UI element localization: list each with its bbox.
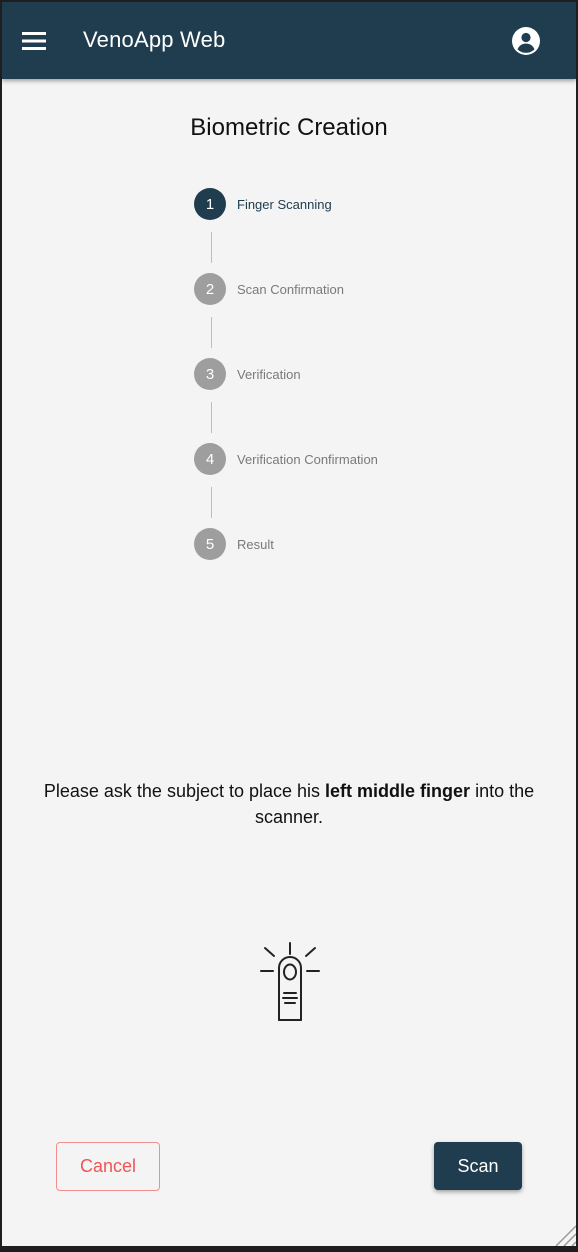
step-finger-scanning: 1 Finger Scanning bbox=[194, 188, 494, 220]
step-number: 2 bbox=[194, 273, 226, 305]
step-number: 1 bbox=[194, 188, 226, 220]
step-connector bbox=[211, 487, 212, 518]
instruction-text: Please ask the subject to place his bbox=[43, 781, 326, 801]
app-window: VenoApp Web Biometric Creation 1 Finger … bbox=[2, 2, 576, 1246]
step-verification-confirmation: 4 Verification Confirmation bbox=[194, 443, 494, 475]
step-verification: 3 Verification bbox=[194, 358, 494, 390]
account-circle-icon bbox=[512, 27, 540, 55]
hamburger-menu-icon bbox=[22, 32, 46, 50]
scan-button[interactable]: Scan bbox=[434, 1142, 522, 1190]
step-connector bbox=[211, 317, 212, 348]
finger-scan-icon bbox=[260, 942, 320, 1021]
step-result: 5 Result bbox=[194, 528, 494, 560]
vertical-stepper: 1 Finger Scanning 2 Scan Confirmation 3 … bbox=[194, 188, 494, 560]
step-number: 5 bbox=[194, 528, 226, 560]
top-app-bar: VenoApp Web bbox=[2, 2, 576, 79]
step-connector bbox=[211, 402, 212, 433]
step-number: 4 bbox=[194, 443, 226, 475]
page-title: Biometric Creation bbox=[190, 114, 388, 141]
step-connector bbox=[211, 232, 212, 263]
step-label: Verification bbox=[237, 366, 301, 382]
instruction-finger: left middle finger bbox=[325, 781, 471, 801]
menu-button[interactable] bbox=[14, 22, 54, 60]
step-label: Result bbox=[237, 536, 274, 552]
step-number: 3 bbox=[194, 358, 226, 390]
cancel-button[interactable]: Cancel bbox=[56, 1142, 160, 1191]
step-label: Finger Scanning bbox=[237, 196, 332, 212]
account-button[interactable] bbox=[508, 23, 544, 59]
scan-instruction: Please ask the subject to place his left… bbox=[32, 778, 546, 830]
resize-grip-icon[interactable] bbox=[552, 1222, 576, 1246]
step-label: Verification Confirmation bbox=[237, 451, 378, 467]
step-label: Scan Confirmation bbox=[237, 281, 344, 297]
step-scan-confirmation: 2 Scan Confirmation bbox=[194, 273, 494, 305]
app-title: VenoApp Web bbox=[83, 27, 226, 52]
